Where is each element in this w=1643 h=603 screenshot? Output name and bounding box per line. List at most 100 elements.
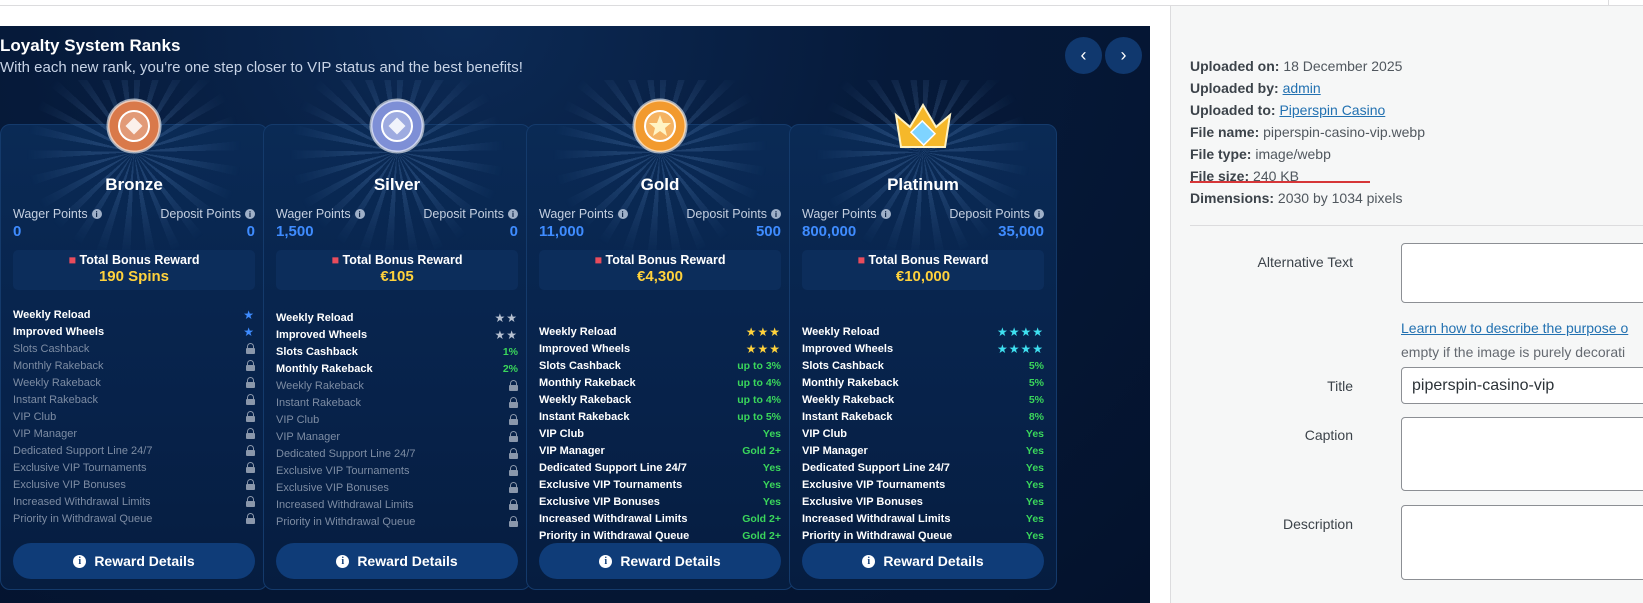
- title-field[interactable]: piperspin-casino-vip: [1401, 367, 1643, 404]
- uploaded-to-link[interactable]: Piperspin Casino: [1279, 102, 1385, 118]
- rank-card-2: Gold Wager Points i Deposit Points i 11,000 50…: [526, 80, 794, 590]
- bonus-value: 190 Spins: [98, 268, 170, 285]
- benefit-row: Dedicated Support Line 24/7 Yes: [802, 459, 1044, 476]
- benefit-row: Weekly Reload ★: [13, 306, 255, 323]
- alt-text-field[interactable]: [1401, 243, 1643, 303]
- deposit-points-label: Deposit Points i: [949, 207, 1044, 221]
- benefit-row: Improved Wheels ★★★★: [802, 340, 1044, 357]
- bonus-box: ■ Total Bonus Reward €4,300: [539, 250, 781, 290]
- info-icon: i: [354, 209, 365, 219]
- benefit-row: Increased Withdrawal Limits: [276, 496, 518, 513]
- info-icon: i: [880, 209, 891, 219]
- benefit-row: Weekly Reload ★★★★: [802, 323, 1044, 340]
- bonus-box: ■ Total Bonus Reward €105: [276, 250, 518, 290]
- benefit-row: VIP Club: [276, 411, 518, 428]
- benefit-row: VIP Club: [13, 408, 255, 425]
- wager-points-label: Wager Points i: [13, 207, 102, 221]
- benefit-name: Exclusive VIP Tournaments: [13, 461, 147, 474]
- benefit-name: Priority in Withdrawal Queue: [802, 529, 953, 542]
- benefit-name: Exclusive VIP Bonuses: [802, 495, 923, 508]
- deposit-points-value: 0: [509, 223, 518, 240]
- info-icon: i: [617, 209, 628, 219]
- uploaded-by-link[interactable]: admin: [1283, 80, 1321, 96]
- benefit-row: Instant Rakeback: [276, 394, 518, 411]
- benefit-name: Increased Withdrawal Limits: [802, 512, 951, 525]
- lock-icon: [246, 462, 255, 473]
- caption-label: Caption: [1304, 427, 1353, 443]
- alt-text-help-link[interactable]: Learn how to describe the purpose o: [1401, 320, 1628, 336]
- benefit-name: Increased Withdrawal Limits: [13, 495, 151, 508]
- image-preview: Loyalty System Ranks With each new rank,…: [0, 26, 1150, 603]
- bonus-label: ■ Total Bonus Reward: [857, 253, 989, 267]
- benefits-list: Weekly Reload ★★★★ Improved Wheels ★★★★ Slot…: [802, 323, 1044, 544]
- reward-details-button: i Reward Details: [539, 543, 781, 579]
- info-icon: i: [336, 554, 350, 568]
- meta-file-name: File name: piperspin-casino-vip.webp: [1190, 121, 1425, 143]
- description-label: Description: [1282, 516, 1353, 532]
- preview-subtitle: With each new rank, you're one step clos…: [0, 59, 523, 76]
- benefit-value: Yes: [1025, 495, 1044, 508]
- star-icon: ★★: [494, 327, 518, 342]
- benefit-name: VIP Club: [539, 427, 585, 440]
- benefit-value: 5%: [1028, 359, 1044, 372]
- lock-icon: [246, 411, 255, 422]
- benefit-name: Slots Cashback: [539, 359, 621, 372]
- deposit-label-text: Deposit Points: [949, 207, 1030, 221]
- benefit-name: Instant Rakeback: [13, 393, 98, 406]
- deposit-label-text: Deposit Points: [423, 207, 504, 221]
- reward-details-label: Reward Details: [357, 553, 458, 569]
- caption-field[interactable]: [1401, 417, 1643, 491]
- lock-icon: [509, 499, 518, 510]
- meta-uploaded-to: Uploaded to: Piperspin Casino: [1190, 99, 1425, 121]
- wager-points-label: Wager Points i: [276, 207, 365, 221]
- benefit-row: Priority in Withdrawal Queue: [276, 513, 518, 530]
- lock-icon: [509, 380, 518, 391]
- benefit-row: Exclusive VIP Bonuses Yes: [802, 493, 1044, 510]
- description-field[interactable]: [1401, 505, 1643, 580]
- benefit-name: Slots Cashback: [276, 345, 358, 358]
- benefit-row: Monthly Rakeback 5%: [802, 374, 1044, 391]
- benefit-name: Exclusive VIP Tournaments: [539, 478, 683, 491]
- benefit-name: VIP Manager: [13, 427, 78, 440]
- benefit-row: Weekly Rakeback: [13, 374, 255, 391]
- star-icon: ★: [243, 324, 255, 339]
- title-label: Title: [1327, 378, 1353, 394]
- info-icon: i: [599, 554, 613, 568]
- star-icon: ★★★★: [996, 324, 1044, 339]
- lock-icon: [246, 513, 255, 524]
- benefit-row: Instant Rakeback up to 5%: [539, 408, 781, 425]
- meta-value: piperspin-casino-vip.webp: [1263, 124, 1426, 140]
- benefit-value: up to 4%: [737, 376, 781, 389]
- benefit-name: Weekly Rakeback: [802, 393, 895, 406]
- star-icon: ★★★★: [996, 341, 1044, 356]
- benefit-name: VIP Club: [13, 410, 57, 423]
- star-icon: ★★★: [745, 341, 781, 356]
- benefit-name: Exclusive VIP Tournaments: [802, 478, 946, 491]
- meta-value: 2030 by 1034 pixels: [1277, 190, 1403, 206]
- benefit-row: Exclusive VIP Tournaments Yes: [539, 476, 781, 493]
- benefit-row: Increased Withdrawal Limits Gold 2+: [539, 510, 781, 527]
- info-icon: i: [1034, 209, 1044, 219]
- benefit-name: Priority in Withdrawal Queue: [276, 515, 416, 528]
- meta-value: 18 December 2025: [1283, 58, 1403, 74]
- gift-icon: ■: [331, 253, 340, 267]
- deposit-points-value: 0: [246, 223, 255, 240]
- info-icon: i: [771, 209, 781, 219]
- benefit-row: VIP Club Yes: [802, 425, 1044, 442]
- info-icon: i: [245, 209, 255, 219]
- lock-icon: [246, 479, 255, 490]
- gift-icon: ■: [857, 253, 866, 267]
- lock-icon: [509, 482, 518, 493]
- prev-arrow-icon: ‹: [1065, 37, 1102, 74]
- benefits-list: Weekly Reload ★★ Improved Wheels ★★ Slots Ca…: [276, 309, 518, 530]
- benefit-row: Dedicated Support Line 24/7: [276, 445, 518, 462]
- benefit-name: Priority in Withdrawal Queue: [13, 512, 153, 525]
- benefit-row: VIP Manager: [276, 428, 518, 445]
- bonus-box: ■ Total Bonus Reward 190 Spins: [13, 250, 255, 290]
- meta-label: File name:: [1190, 124, 1260, 140]
- benefit-value: Gold 2+: [742, 444, 781, 457]
- wager-points-value: 1,500: [276, 223, 314, 240]
- benefit-value: Yes: [1025, 461, 1044, 474]
- benefit-row: Weekly Reload ★★: [276, 309, 518, 326]
- benefit-name: VIP Club: [802, 427, 848, 440]
